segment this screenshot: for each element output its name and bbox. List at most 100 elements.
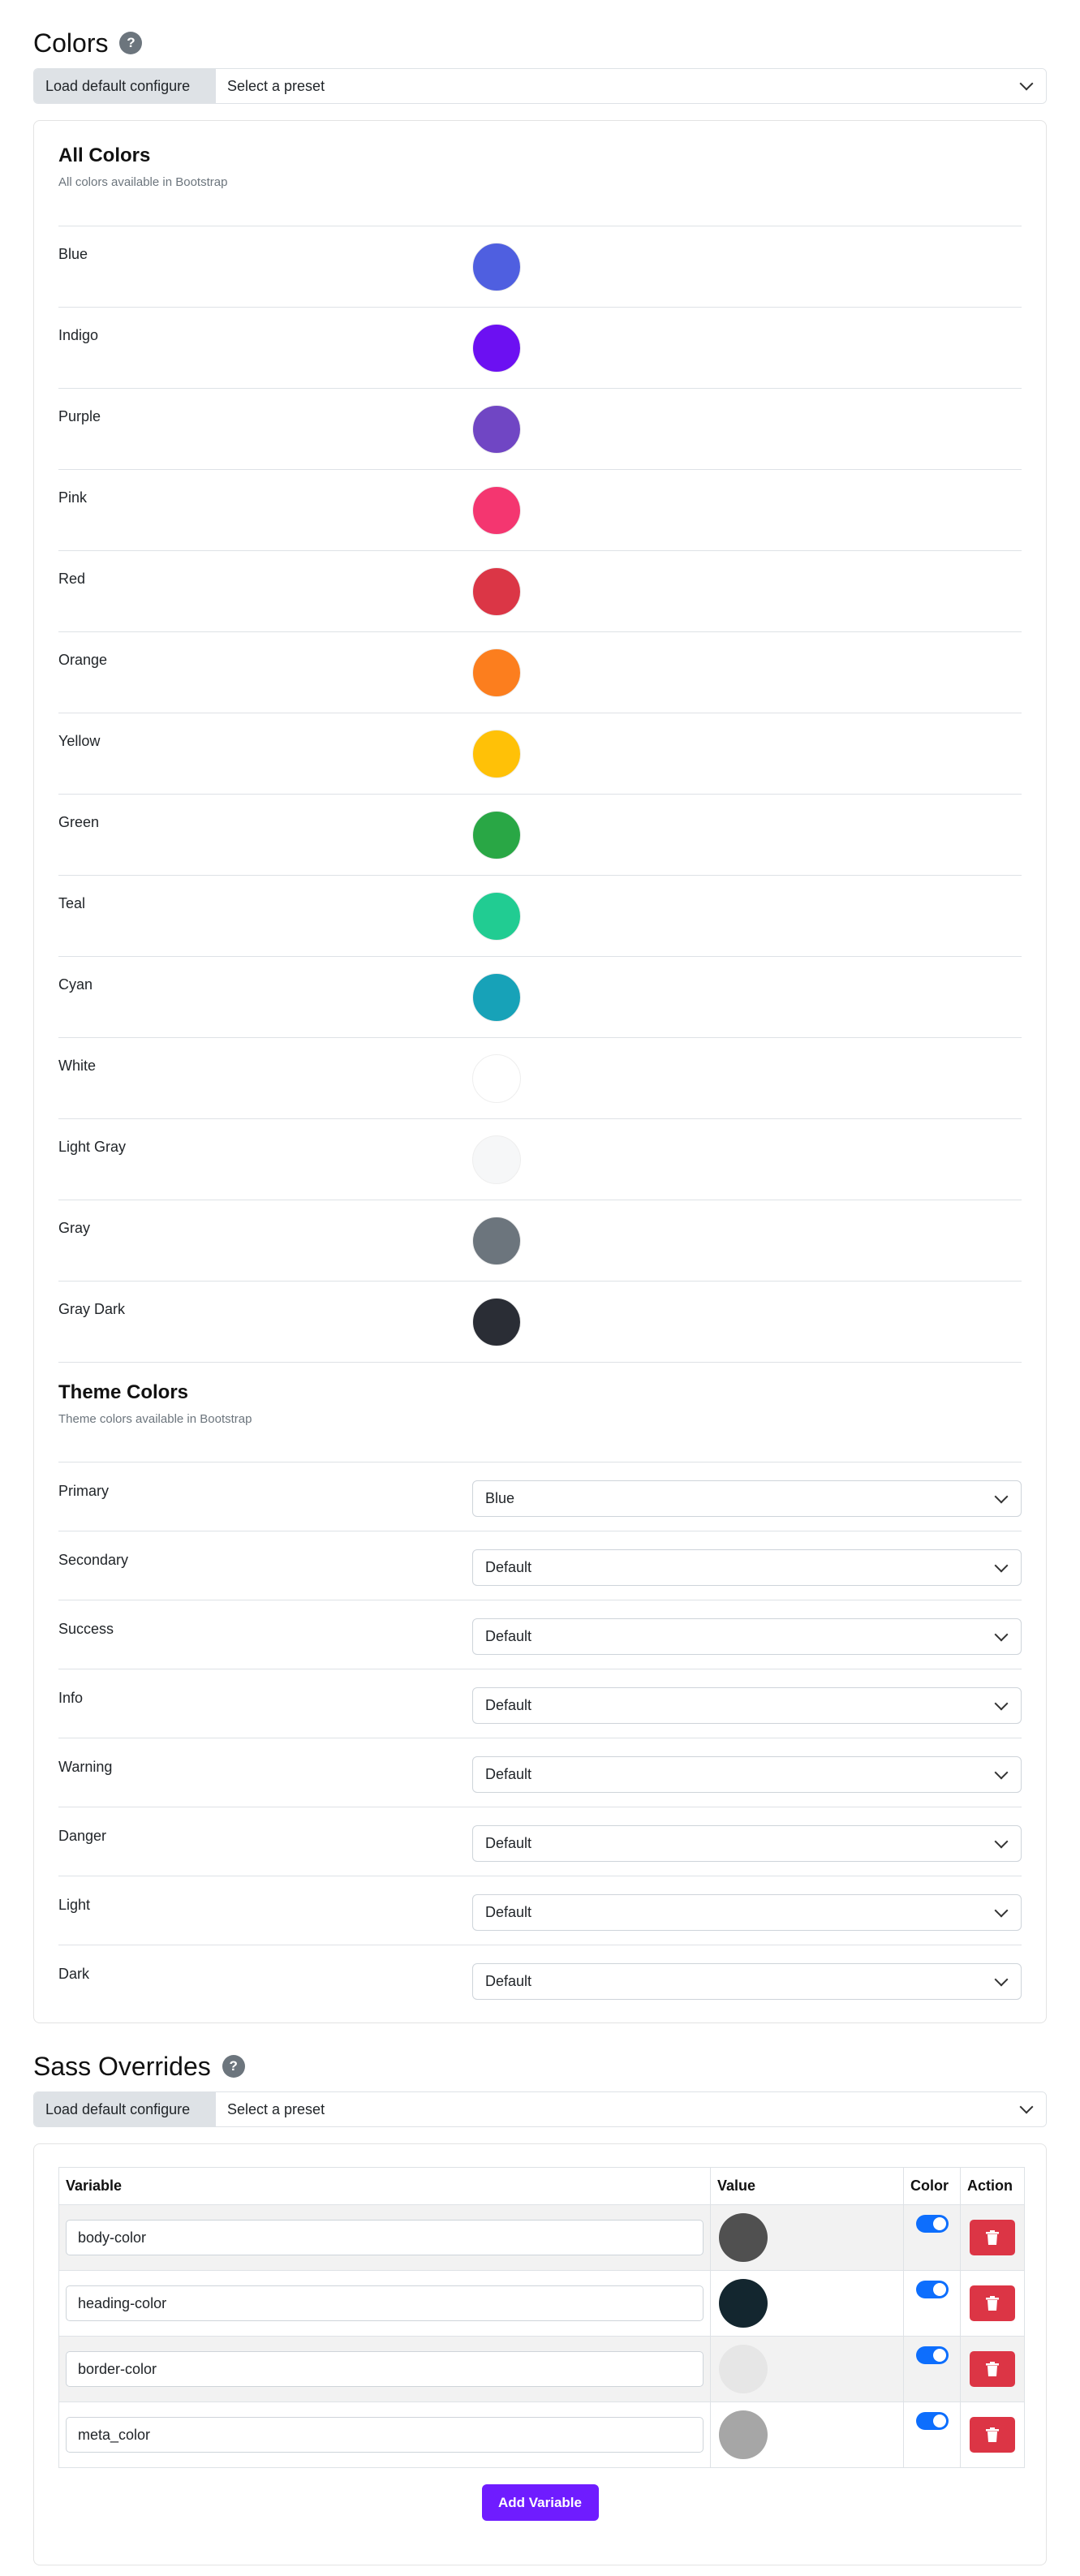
color-row-gray-dark: Gray Dark xyxy=(58,1282,1022,1363)
variable-input[interactable]: heading-color xyxy=(66,2285,704,2321)
color-label: Purple xyxy=(58,408,101,424)
column-header-value: Value xyxy=(710,2167,904,2205)
color-row-yellow: Yellow xyxy=(58,713,1022,795)
color-swatch[interactable] xyxy=(472,486,521,535)
theme-label: Danger xyxy=(58,1828,107,1844)
delete-button[interactable] xyxy=(970,2285,1015,2321)
color-label: Yellow xyxy=(58,733,101,749)
color-toggle[interactable] xyxy=(915,2346,949,2364)
chevron-down-icon xyxy=(994,1972,1009,1986)
theme-row-dark: Dark Default xyxy=(58,1945,1022,2014)
load-default-button[interactable]: Load default configure xyxy=(34,69,216,103)
theme-select[interactable]: Default xyxy=(472,1963,1022,2000)
table-row: meta_color xyxy=(58,2402,1025,2468)
color-toggle[interactable] xyxy=(915,2281,949,2298)
help-icon[interactable]: ? xyxy=(119,32,143,54)
color-row-gray: Gray xyxy=(58,1200,1022,1282)
color-row-blue: Blue xyxy=(58,226,1022,308)
preset-select[interactable]: Select a preset xyxy=(216,2092,1046,2126)
color-label: Orange xyxy=(58,652,108,668)
color-row-teal: Teal xyxy=(58,876,1022,957)
theme-select-value: Default xyxy=(485,1973,532,1989)
color-label: Light Gray xyxy=(58,1139,127,1155)
variable-input[interactable]: meta_color xyxy=(66,2417,704,2453)
color-swatch[interactable] xyxy=(472,567,521,616)
variable-input[interactable]: body-color xyxy=(66,2220,704,2255)
color-swatch[interactable] xyxy=(472,405,521,454)
color-swatch[interactable] xyxy=(472,811,521,859)
theme-label: Dark xyxy=(58,1966,90,1982)
table-row: border-color xyxy=(58,2336,1025,2402)
add-variable-button[interactable]: Add Variable xyxy=(481,2484,599,2521)
delete-button[interactable] xyxy=(970,2417,1015,2453)
help-icon[interactable]: ? xyxy=(222,2055,245,2078)
theme-select-value: Default xyxy=(485,1904,532,1920)
chevron-down-icon xyxy=(994,1834,1009,1848)
all-colors-title: All Colors xyxy=(58,144,151,166)
trash-icon xyxy=(986,2296,999,2311)
theme-select[interactable]: Default xyxy=(472,1687,1022,1724)
chevron-down-icon xyxy=(994,1627,1009,1641)
color-row-red: Red xyxy=(58,551,1022,632)
sass-header: Sass Overrides ? xyxy=(33,2048,1047,2085)
color-swatch[interactable] xyxy=(472,324,521,373)
theme-select[interactable]: Default xyxy=(472,1825,1022,1862)
color-swatch[interactable] xyxy=(472,1054,521,1103)
chevron-down-icon xyxy=(994,1903,1009,1917)
all-colors-subtitle: All colors available in Bootstrap xyxy=(58,175,228,189)
column-header-action: Action xyxy=(960,2167,1025,2205)
chevron-down-icon xyxy=(994,1489,1009,1503)
variables-table: Variable Value Color Action body-color h… xyxy=(58,2167,1025,2468)
theme-select[interactable]: Default xyxy=(472,1756,1022,1793)
color-toggle[interactable] xyxy=(915,2215,949,2233)
theme-select-value: Default xyxy=(485,1766,532,1782)
preset-select[interactable]: Select a preset xyxy=(216,69,1046,103)
color-toggle[interactable] xyxy=(915,2412,949,2430)
page: Colors ? Load default configure Select a… xyxy=(0,24,1080,2565)
preset-select-value: Select a preset xyxy=(227,77,325,94)
colors-title: Colors xyxy=(33,28,109,58)
color-label: Green xyxy=(58,814,100,830)
chevron-down-icon xyxy=(994,1696,1009,1710)
colors-card: All Colors All colors available in Boots… xyxy=(33,120,1047,2023)
theme-row-danger: Danger Default xyxy=(58,1807,1022,1876)
theme-row-light: Light Default xyxy=(58,1876,1022,1945)
delete-button[interactable] xyxy=(970,2220,1015,2255)
value-swatch[interactable] xyxy=(719,2213,768,2262)
colors-header: Colors ? xyxy=(33,24,1047,62)
preset-select-value: Select a preset xyxy=(227,2100,325,2117)
color-row-white: White xyxy=(58,1038,1022,1119)
color-label: Teal xyxy=(58,895,86,911)
color-swatch[interactable] xyxy=(472,892,521,941)
delete-button[interactable] xyxy=(970,2351,1015,2387)
sass-title: Sass Overrides xyxy=(33,2051,211,2081)
variable-input[interactable]: border-color xyxy=(66,2351,704,2387)
column-header-variable: Variable xyxy=(58,2167,711,2205)
value-swatch[interactable] xyxy=(719,2279,768,2328)
theme-select[interactable]: Blue xyxy=(472,1480,1022,1517)
trash-icon xyxy=(986,2230,999,2245)
all-colors-header: All Colors All colors available in Boots… xyxy=(58,121,1022,226)
color-swatch[interactable] xyxy=(472,1217,521,1265)
theme-select[interactable]: Default xyxy=(472,1618,1022,1655)
color-row-orange: Orange xyxy=(58,632,1022,713)
color-list: Blue Indigo Purple Pink Red Orange Yello… xyxy=(58,226,1022,1363)
color-swatch[interactable] xyxy=(472,1298,521,1346)
theme-label: Primary xyxy=(58,1483,109,1499)
color-swatch[interactable] xyxy=(472,1135,521,1184)
color-swatch[interactable] xyxy=(472,730,521,778)
value-swatch[interactable] xyxy=(719,2345,768,2393)
load-default-button[interactable]: Load default configure xyxy=(34,2092,216,2126)
color-swatch[interactable] xyxy=(472,973,521,1022)
color-swatch[interactable] xyxy=(472,243,521,291)
theme-row-success: Success Default xyxy=(58,1600,1022,1669)
sass-preset-bar: Load default configure Select a preset xyxy=(33,2091,1047,2127)
table-header-row: Variable Value Color Action xyxy=(58,2167,1025,2205)
color-label: Indigo xyxy=(58,327,99,343)
color-swatch[interactable] xyxy=(472,648,521,697)
color-row-indigo: Indigo xyxy=(58,308,1022,389)
color-row-pink: Pink xyxy=(58,470,1022,551)
value-swatch[interactable] xyxy=(719,2410,768,2459)
theme-select[interactable]: Default xyxy=(472,1549,1022,1586)
theme-select[interactable]: Default xyxy=(472,1894,1022,1931)
